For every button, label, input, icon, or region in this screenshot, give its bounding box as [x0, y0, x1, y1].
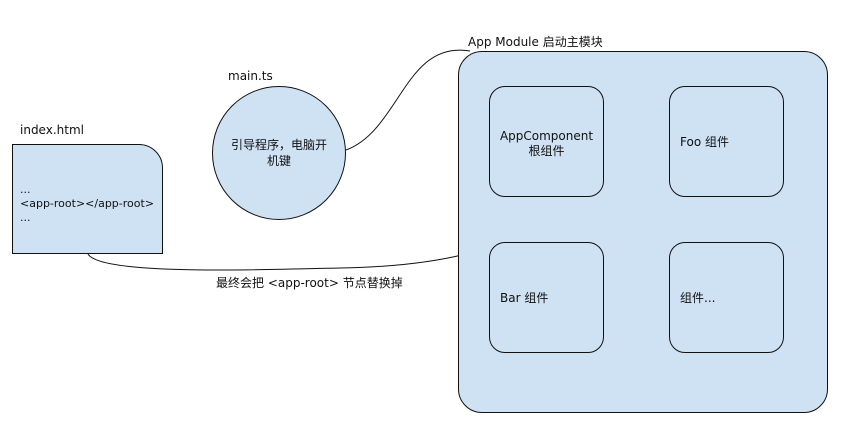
main-ts-text: 引导程序，电脑开机键 — [231, 138, 328, 168]
index-html-box: ... <app-root></app-root> ... — [12, 144, 163, 254]
index-line-3: ... — [20, 211, 31, 224]
app-component-subtitle: 根组件 — [528, 144, 565, 158]
index-html-label: index.html — [20, 123, 84, 137]
foo-component-label: Foo 组件 — [680, 135, 729, 149]
main-ts-label: main.ts — [228, 69, 273, 83]
index-line-1: ... — [20, 183, 31, 196]
main-ts-circle: 引导程序，电脑开机键 — [212, 86, 346, 220]
foo-component-box: Foo 组件 — [669, 86, 784, 197]
bar-component-box: Bar 组件 — [489, 242, 604, 353]
app-module-container: AppComponent 根组件 Foo 组件 Bar 组件 组件... — [458, 51, 828, 413]
main-to-module-connector — [345, 49, 471, 151]
more-component-box: 组件... — [669, 242, 784, 353]
app-component-label: AppComponent 根组件 — [490, 129, 603, 159]
app-component-name: AppComponent — [499, 129, 594, 143]
index-line-2: <app-root></app-root> — [20, 197, 155, 210]
bar-component-label: Bar 组件 — [500, 291, 549, 305]
more-component-label: 组件... — [680, 291, 716, 305]
app-component-box: AppComponent 根组件 — [489, 86, 604, 197]
app-module-label: App Module 启动主模块 — [468, 35, 603, 49]
replace-connector-label: 最终会把 <app-root> 节点替换掉 — [216, 276, 403, 290]
index-html-content: ... <app-root></app-root> ... — [20, 183, 154, 225]
